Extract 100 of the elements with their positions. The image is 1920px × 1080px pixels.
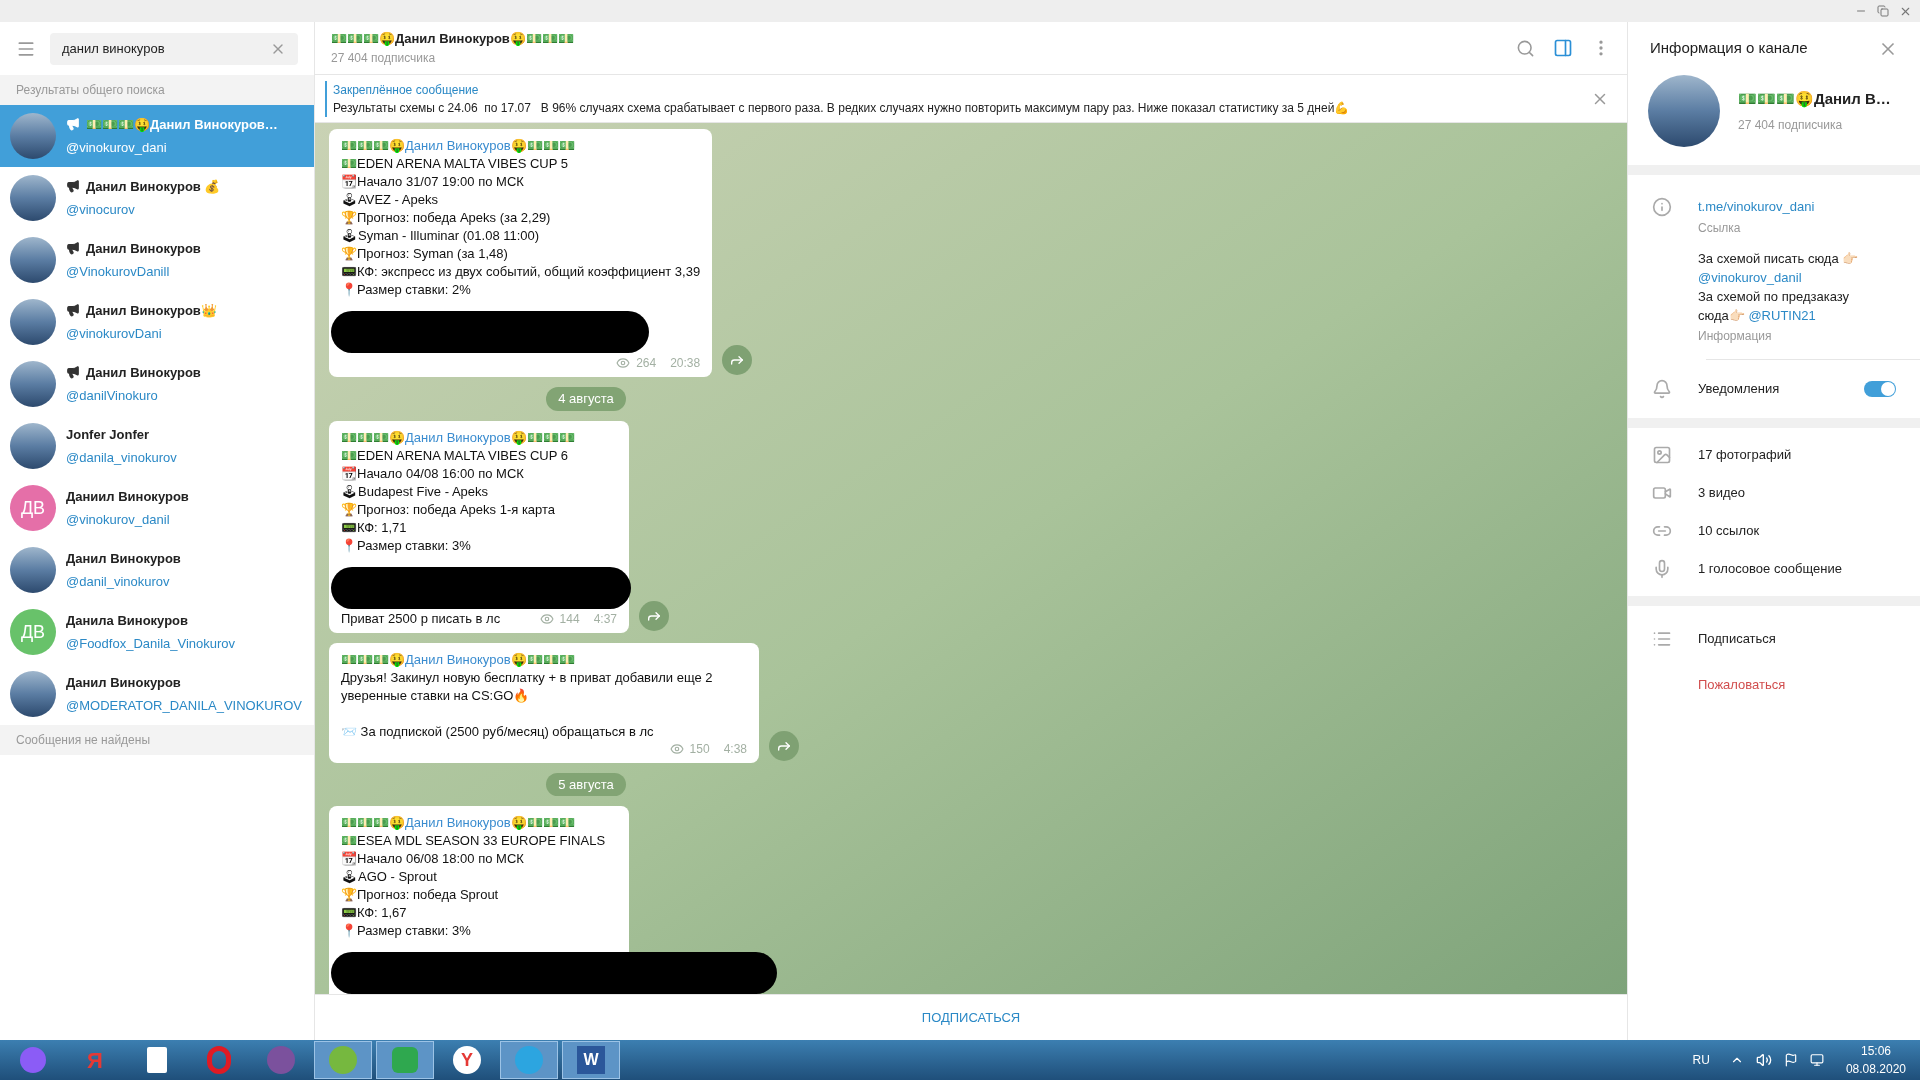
result-username: @Foodfox_Danila_Vinokurov bbox=[66, 635, 236, 653]
message-line: Друзья! Закинул новую бесплатку + в приват добавили еще 2 уверенные ставки на CS:GO🔥 bbox=[341, 668, 714, 705]
message-line: 💵EDEN ARENA MALTA VIBES CUP 5 bbox=[341, 155, 569, 173]
message-line: 🕹Budapest Five - Apeks bbox=[341, 482, 490, 501]
message-line: 📆Начало 04/08 16:00 по МСК bbox=[341, 464, 525, 483]
taskbar-app[interactable]: W bbox=[562, 1041, 620, 1079]
avatar-photo bbox=[10, 671, 56, 717]
avatar-initials: ДВ bbox=[10, 485, 56, 531]
panel-title: Информация о канале bbox=[1650, 38, 1808, 59]
username-link[interactable]: @vinokurov_danil bbox=[1698, 269, 1802, 285]
date-pill: 5 августа bbox=[546, 772, 626, 796]
result-name: Данил Винокуров bbox=[66, 549, 181, 568]
side-panel-icon[interactable] bbox=[1553, 38, 1573, 58]
panel-action[interactable]: Подписаться bbox=[1628, 615, 1920, 662]
message-time: 4:38 bbox=[723, 740, 747, 757]
result-name: Данил Винокуров👑 bbox=[86, 301, 217, 320]
section-header: Результаты общего поиска bbox=[0, 75, 314, 105]
media-row[interactable]: 17 фотографий bbox=[1628, 435, 1920, 474]
avatar-initials: ДВ bbox=[10, 609, 56, 655]
result-username: @vinokurovDani bbox=[66, 325, 163, 343]
pinned-label: Закреплённое сообщение bbox=[333, 81, 480, 99]
panel-action[interactable]: Пожаловаться bbox=[1628, 661, 1920, 708]
media-row[interactable]: 10 ссылок bbox=[1628, 511, 1920, 550]
message-author: 💵💵💵🤑Данил Винокуров🤑💵💵💵 bbox=[341, 428, 576, 447]
message-line: 📆Начало 31/07 19:00 по МСК bbox=[341, 173, 525, 191]
message-author: 💵💵💵🤑Данил Винокуров🤑💵💵💵 bbox=[341, 814, 576, 832]
result-name: 💵💵💵🤑Данил Винокуров… bbox=[86, 115, 278, 134]
pinned-text: Результаты схемы с 24.06 по 17.07 В 96% случаях схема срабатывает с первого раза. В редких случаях нужно повторить максимум пару раз. Ниже показал статистику за 5 дней💪 bbox=[333, 99, 1350, 117]
media-row[interactable]: 1 голосовое сообщение bbox=[1628, 549, 1920, 588]
channel-link[interactable]: t.me/vinokurov_dani bbox=[1698, 197, 1859, 217]
message-time: 4:37 bbox=[593, 610, 617, 627]
date-pill: 4 августа bbox=[546, 387, 626, 411]
message-line: 📨 За подпиской (2500 руб/месяц) обращаться в лс bbox=[341, 722, 655, 741]
result-username: @vinokurov_danil bbox=[66, 511, 171, 529]
taskbar-app[interactable]: Y bbox=[438, 1041, 496, 1079]
info-icon bbox=[1652, 197, 1672, 217]
result-username: @danila_vinokurov bbox=[66, 449, 177, 467]
avatar-photo bbox=[10, 423, 56, 469]
message-line: 🕹Syman - Illuminar (01.08 11:00) bbox=[341, 227, 541, 245]
forward-button[interactable] bbox=[769, 730, 799, 761]
avatar-photo bbox=[10, 113, 56, 159]
avatar-photo bbox=[10, 361, 56, 407]
message-line: 🕹AGO - Sprout bbox=[341, 868, 438, 886]
message-time: 20:38 bbox=[670, 355, 701, 371]
message-author: 💵💵💵🤑Данил Винокуров🤑💵💵💵 bbox=[341, 137, 576, 155]
link-caption: Ссылка bbox=[1698, 219, 1742, 237]
result-username: @VinokurovDanill bbox=[66, 263, 171, 281]
media-row[interactable]: 3 видео bbox=[1628, 473, 1920, 512]
ring-icon bbox=[207, 1046, 231, 1074]
result-name: Даниил Винокуров bbox=[66, 487, 189, 506]
result-name: Данил Винокуров 💰 bbox=[86, 177, 221, 196]
speaker-icon[interactable] bbox=[1755, 1052, 1772, 1068]
forward-button[interactable] bbox=[722, 345, 753, 375]
avatar-photo bbox=[10, 237, 56, 283]
avatar-photo bbox=[10, 299, 56, 345]
message-line: 📟КФ: экспресс из двух событий, общий коэффициент 3,39 bbox=[341, 263, 701, 281]
notifications-toggle[interactable] bbox=[1864, 380, 1896, 397]
restore-icon[interactable] bbox=[1877, 5, 1889, 17]
view-count: 264 bbox=[636, 355, 657, 371]
app-letter: Я bbox=[87, 1046, 103, 1075]
clock-time: 15:06 bbox=[1860, 1043, 1891, 1060]
result-username: @vinocurov bbox=[66, 201, 136, 219]
result-username: @vinokurov_dani bbox=[66, 139, 168, 157]
network-icon[interactable] bbox=[1809, 1053, 1824, 1067]
message-line: 🏆Прогноз: победа Sprout bbox=[341, 886, 500, 904]
message-line: 📍Размер ставки: 2% bbox=[341, 281, 472, 299]
views-icon bbox=[616, 356, 631, 370]
message-line: 🏆Прогноз: победа Apeks (за 2,29) bbox=[341, 209, 552, 227]
view-count: 150 bbox=[689, 740, 710, 757]
result-name: Данил Винокуров bbox=[86, 363, 201, 382]
notifications-label: Уведомления bbox=[1698, 379, 1781, 398]
forward-button[interactable] bbox=[639, 600, 669, 631]
views-icon bbox=[669, 741, 684, 756]
search-icon[interactable] bbox=[1516, 38, 1535, 58]
message-line: 📟КФ: 1,67 bbox=[341, 904, 408, 922]
message-line: 📍Размер ставки: 3% bbox=[341, 536, 472, 555]
message-line: 💵EDEN ARENA MALTA VIBES CUP 6 bbox=[341, 446, 569, 465]
result-name: Данил Винокуров bbox=[86, 239, 201, 258]
app-letter: Y bbox=[453, 1046, 481, 1074]
message-text: Приват 2500 р писать в лс bbox=[341, 610, 501, 627]
app-letter: W bbox=[577, 1046, 605, 1074]
chat-title: 💵💵💵🤑Данил Винокуров🤑💵💵💵 bbox=[331, 30, 574, 49]
flag-icon[interactable] bbox=[1783, 1053, 1798, 1067]
result-name: Данила Винокуров bbox=[66, 611, 189, 630]
bell-icon bbox=[1652, 378, 1672, 399]
result-name: Jonfer Jonfer bbox=[66, 425, 150, 444]
message-line: 📍Размер ставки: 3% bbox=[341, 922, 472, 940]
description-caption: Информация bbox=[1698, 327, 1773, 345]
username-link[interactable]: @RUTIN21 bbox=[1748, 307, 1816, 323]
message-line: 🏆Прогноз: Syman (за 1,48) bbox=[341, 245, 509, 263]
avatar-photo bbox=[10, 547, 56, 593]
channel-description: За схемой писать сюда 👉🏻 @vinokurov_danil За схемой по предзаказу сюда👉🏻 @RUTIN21 bbox=[1698, 249, 1859, 325]
message-line: 🕹AVEZ - Apeks bbox=[341, 191, 439, 209]
message-line: 📆Начало 06/08 18:00 по МСК bbox=[341, 850, 525, 868]
channel-name: 💵💵💵🤑Данил В… bbox=[1738, 88, 1891, 110]
view-count: 144 bbox=[559, 610, 580, 627]
search-field[interactable]: данил винокуров bbox=[50, 32, 298, 65]
views-icon bbox=[539, 611, 554, 626]
avatar-photo bbox=[10, 175, 56, 221]
language-indicator[interactable]: RU bbox=[1692, 1051, 1710, 1069]
